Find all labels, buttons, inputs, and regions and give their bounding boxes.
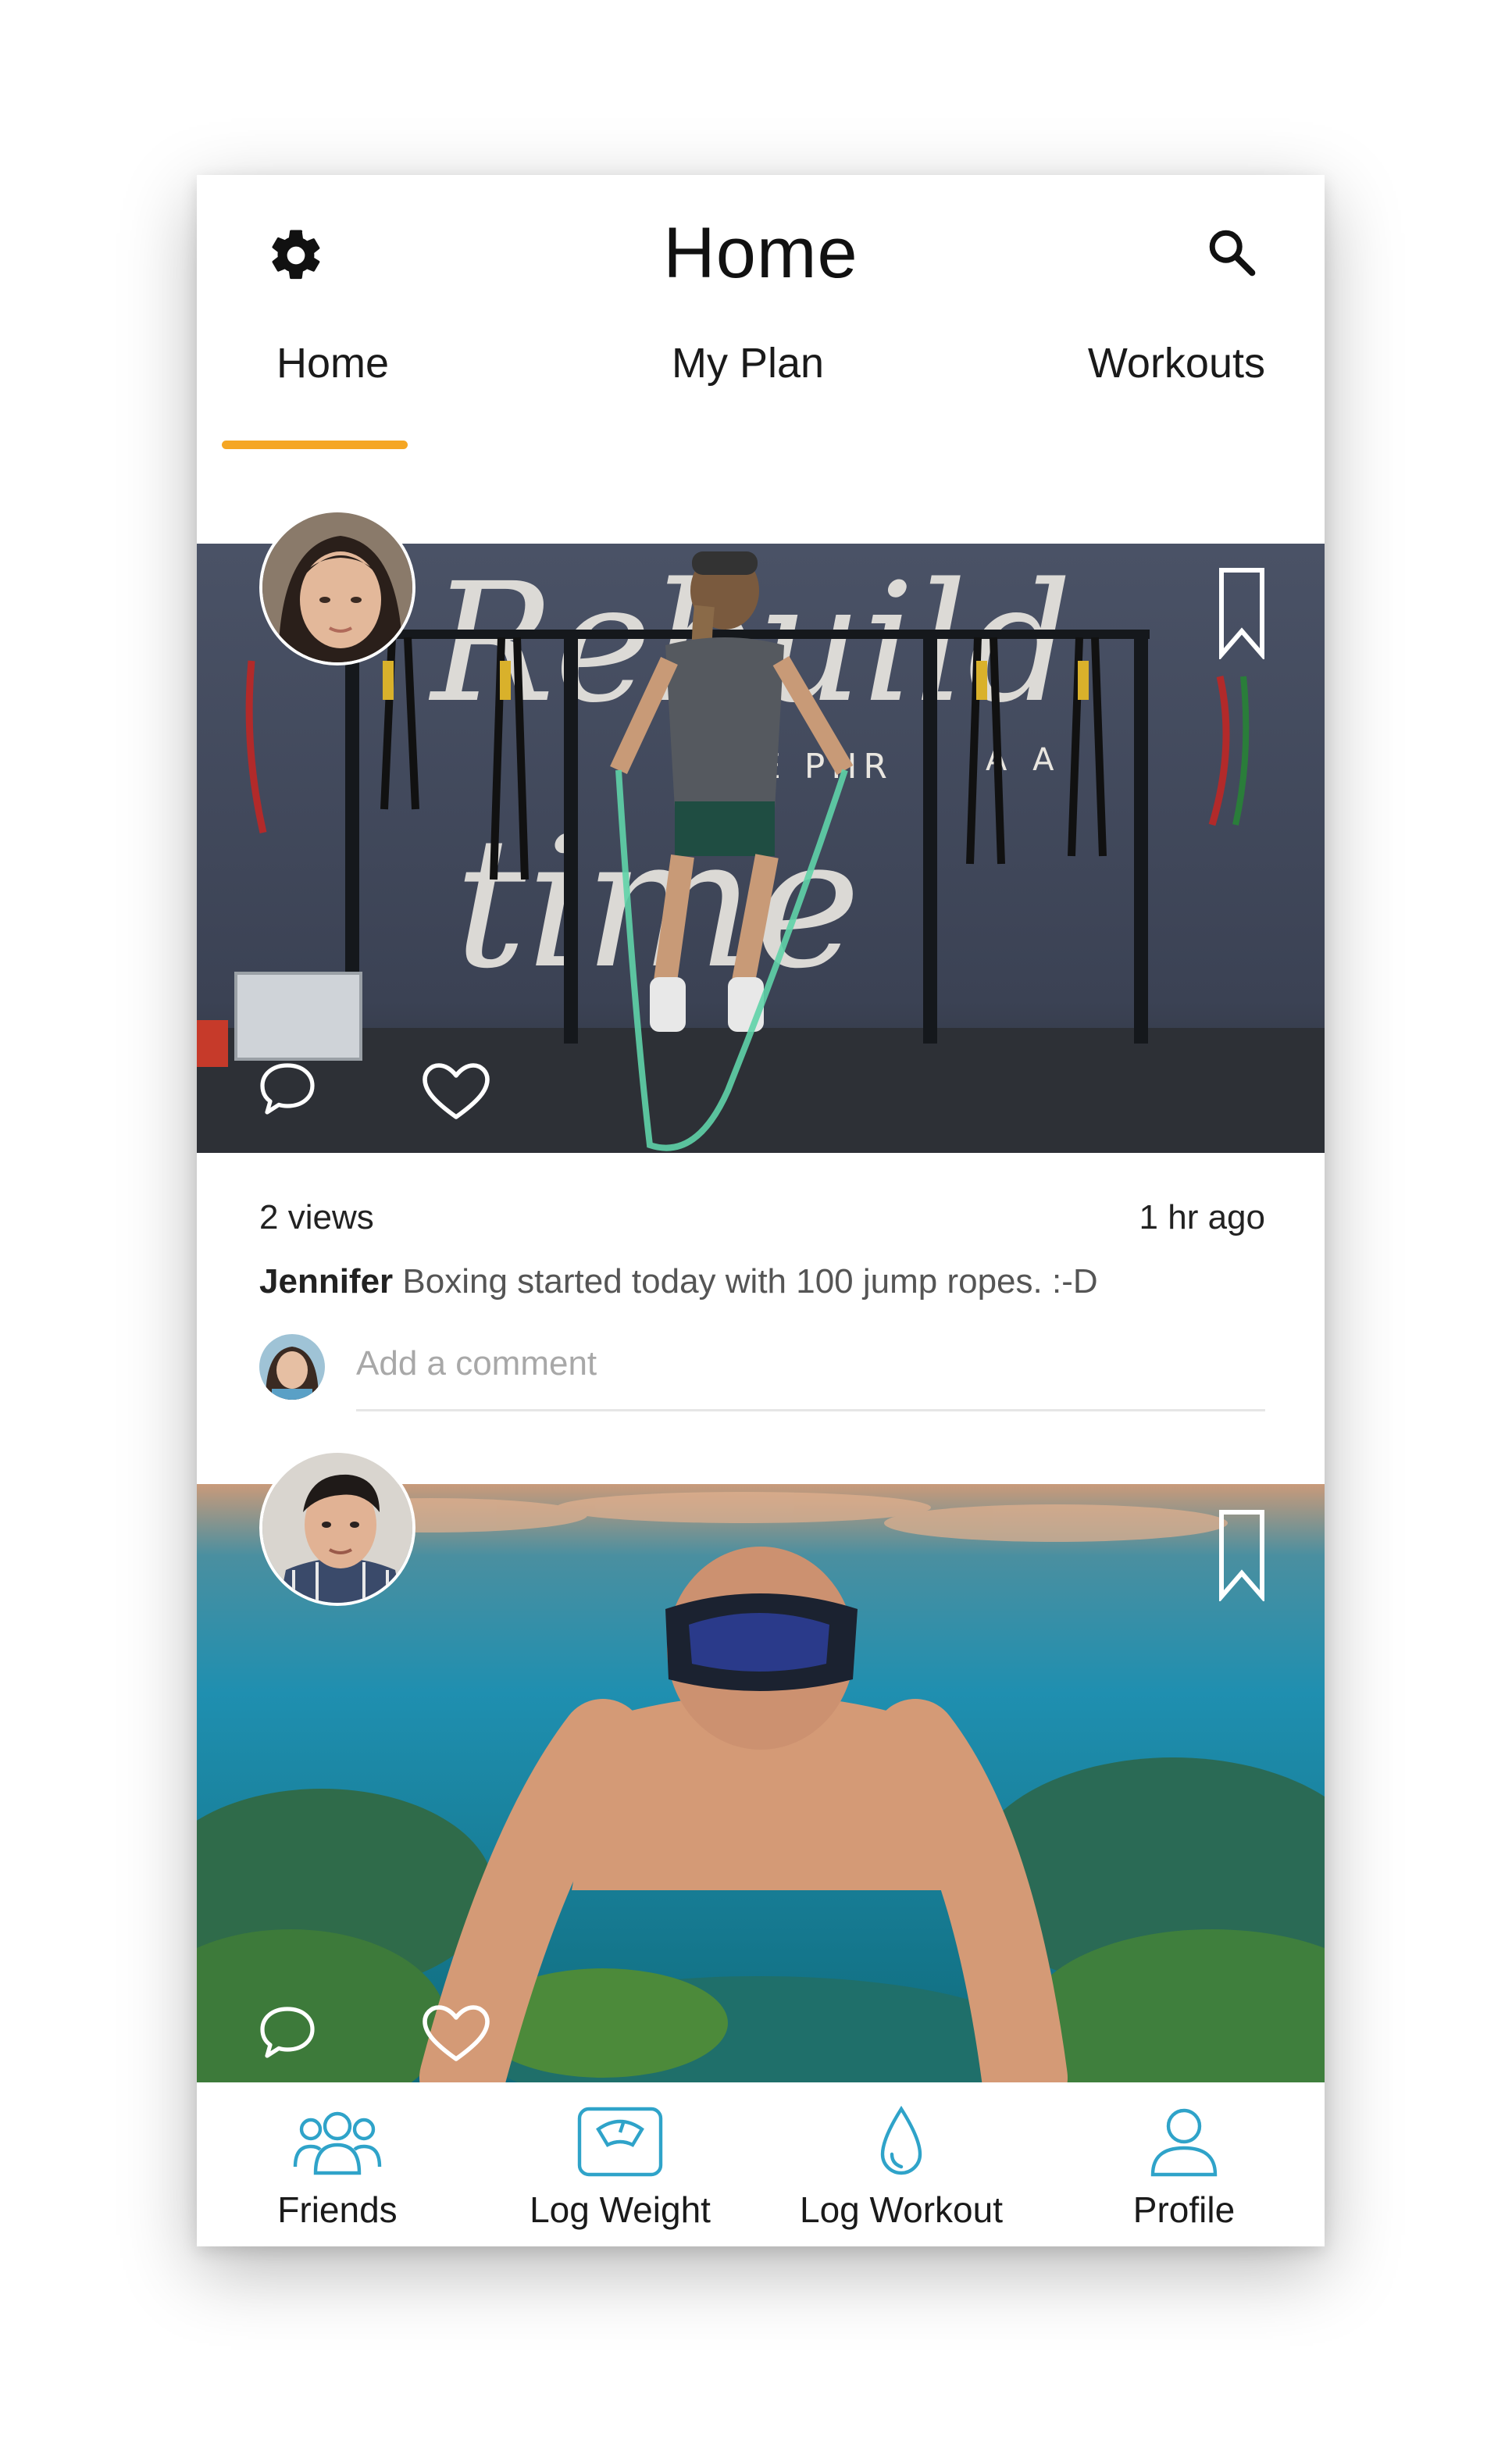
scale-icon	[577, 2107, 663, 2177]
nav-profile-label: Profile	[1132, 2189, 1236, 2230]
page-title: Home	[663, 213, 858, 293]
post-caption-text: Boxing started today with 100 jump ropes…	[402, 1262, 1098, 1301]
phone-screen: Home Home My Plan Workouts Rebuild E P	[197, 175, 1325, 2246]
post-caption: Jennifer Boxing started today with 100 j…	[259, 1262, 1275, 1301]
comment-icon[interactable]	[256, 2001, 319, 2064]
water-drop-icon	[880, 2105, 922, 2175]
search-icon[interactable]	[1204, 225, 1259, 280]
tab-bar: Home My Plan Workouts	[197, 339, 1325, 425]
bookmark-icon[interactable]	[1217, 1508, 1267, 1601]
nav-log-weight[interactable]: Log Weight	[503, 2082, 737, 2246]
post-views: 2 views	[259, 1198, 374, 1236]
avatar-jennifer[interactable]	[259, 509, 415, 665]
bottom-navigation: Friends Log Weight Log Workout Profile	[197, 2082, 1325, 2246]
heart-icon[interactable]	[419, 1061, 494, 1123]
heart-icon[interactable]	[419, 2003, 494, 2065]
bookmark-icon[interactable]	[1217, 566, 1267, 659]
tab-home[interactable]: Home	[255, 339, 411, 387]
comment-input[interactable]	[356, 1333, 1265, 1411]
avatar-friend[interactable]	[259, 1450, 415, 1606]
friends-icon	[293, 2111, 382, 2175]
post-timestamp: 1 hr ago	[1139, 1198, 1265, 1236]
nav-friends-label: Friends	[277, 2189, 398, 2230]
nav-log-workout[interactable]: Log Workout	[784, 2082, 1018, 2246]
active-tab-indicator	[222, 441, 408, 449]
tab-workouts[interactable]: Workouts	[1088, 339, 1265, 387]
nav-profile[interactable]: Profile	[1067, 2082, 1301, 2246]
tab-my-plan[interactable]: My Plan	[672, 339, 1000, 387]
profile-icon	[1150, 2108, 1218, 2177]
post-author[interactable]: Jennifer	[259, 1262, 393, 1301]
comment-icon[interactable]	[256, 1058, 319, 1120]
current-user-avatar	[259, 1334, 325, 1400]
nav-log-workout-label: Log Workout	[800, 2189, 1003, 2230]
app-header: Home	[197, 175, 1325, 331]
nav-friends[interactable]: Friends	[220, 2082, 455, 2246]
nav-log-weight-label: Log Weight	[530, 2189, 711, 2230]
